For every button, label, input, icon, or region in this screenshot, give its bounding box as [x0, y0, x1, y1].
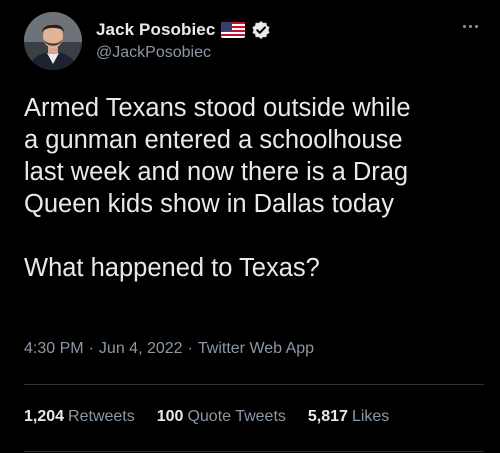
tweet-time[interactable]: 4:30 PM — [24, 340, 84, 357]
us-flag-icon — [221, 22, 246, 38]
tweet-text-line: Queen kids show in Dallas today — [24, 190, 394, 218]
verified-badge-icon — [251, 20, 271, 40]
display-name-row: Jack Posobiec — [96, 18, 271, 42]
retweets-count: 1,204 — [24, 408, 65, 425]
tweet-text-line: last week and now there is a Drag — [24, 158, 409, 186]
tweet-text: Armed Texans stood outside while a gunma… — [24, 92, 484, 284]
tweet-text-line: Armed Texans stood outside while — [24, 94, 411, 122]
tweet-text-closing-line: What happened to Texas? — [24, 254, 320, 282]
likes-count: 5,817 — [307, 408, 348, 425]
retweets-stat[interactable]: 1,204 Retweets — [24, 408, 135, 426]
tweet-stats: 1,204 Retweets 100 Quote Tweets 5,817 Likes — [24, 408, 389, 426]
divider — [24, 451, 484, 452]
meta-separator: · — [187, 340, 193, 357]
tweet-date[interactable]: Jun 4, 2022 — [99, 340, 183, 357]
more-options-icon[interactable] — [456, 16, 484, 36]
retweets-label: Retweets — [68, 408, 135, 425]
author-handle[interactable]: @JackPosobiec — [96, 44, 271, 62]
tweet-meta: 4:30 PM · Jun 4, 2022 · Twitter Web App — [24, 340, 314, 358]
meta-separator: · — [88, 340, 94, 357]
likes-stat[interactable]: 5,817 Likes — [308, 408, 389, 426]
avatar[interactable] — [24, 12, 82, 70]
divider — [24, 384, 484, 385]
tweet-header: Jack Posobiec @JackPosobiec — [24, 12, 484, 76]
likes-label: Likes — [351, 408, 390, 425]
profile-photo-icon — [24, 12, 82, 70]
author-names: Jack Posobiec @JackPosobiec — [96, 18, 271, 62]
quote-tweets-stat[interactable]: 100 Quote Tweets — [157, 408, 286, 426]
tweet-source[interactable]: Twitter Web App — [198, 340, 314, 357]
quote-tweets-label: Quote Tweets — [187, 408, 286, 425]
tweet-text-line: a gunman entered a schoolhouse — [24, 126, 403, 154]
quote-tweets-count: 100 — [156, 408, 184, 425]
tweet-card: Jack Posobiec @JackPosobiec Armed Texans… — [0, 0, 500, 453]
display-name[interactable]: Jack Posobiec — [96, 20, 215, 40]
